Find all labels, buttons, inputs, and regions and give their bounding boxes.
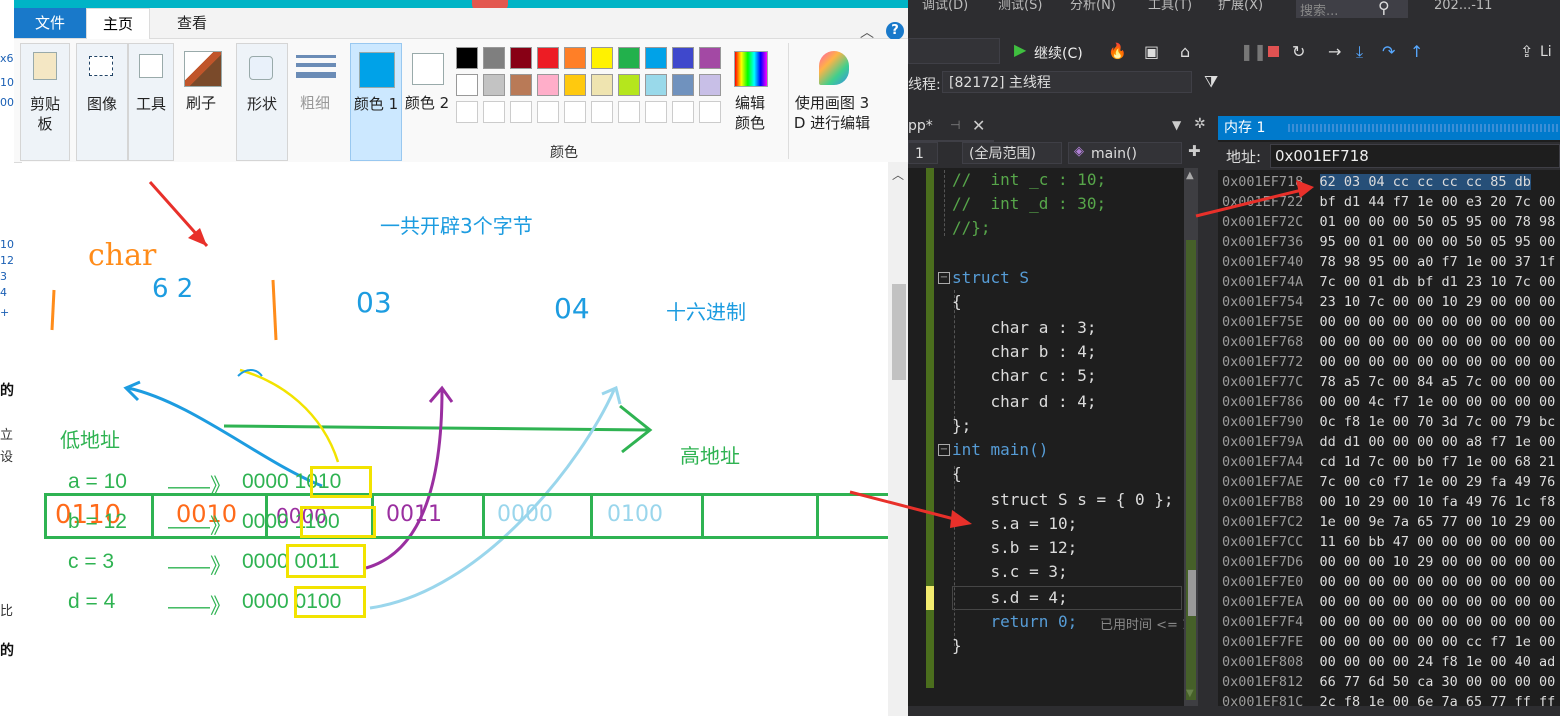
red-arrow-head: [1296, 180, 1314, 198]
red-arrow: [849, 490, 959, 522]
red-arrow-head: [950, 510, 972, 528]
red-arrow: [1195, 188, 1303, 218]
annotation-layer: [849, 180, 1314, 528]
